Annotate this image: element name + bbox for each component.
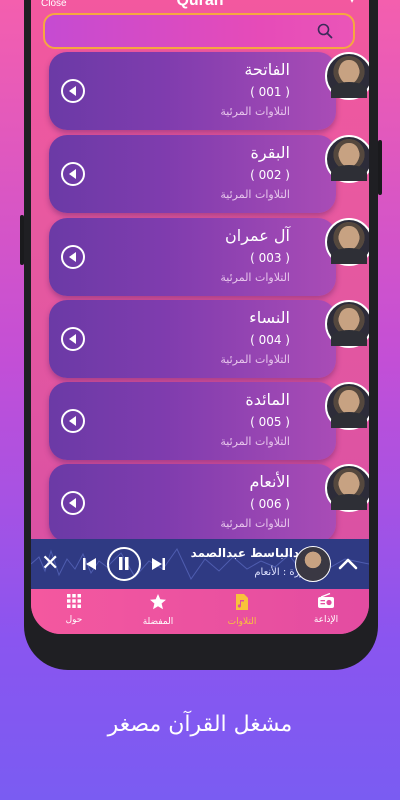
chevron-down-icon[interactable]: ▾: [349, 0, 355, 6]
close-icon[interactable]: ✕: [41, 551, 59, 576]
surah-name: النساء: [249, 308, 290, 327]
search-icon[interactable]: [317, 23, 333, 39]
surah-number: ( 004 ): [250, 333, 290, 347]
tab-recitations[interactable]: التلاوات: [207, 593, 277, 627]
reciter-avatar: [325, 135, 369, 183]
player-reciter-name: عبدالباسط عبدالصمد: [190, 546, 313, 560]
chevron-up-icon[interactable]: [337, 553, 359, 575]
app-screen: Close Quran ▾ الفاتحة ( 001 ) التلاوات ا…: [31, 0, 369, 634]
surah-number: ( 002 ): [250, 168, 290, 182]
tab-about[interactable]: حول: [39, 593, 109, 625]
surah-subtitle: التلاوات المرئية: [220, 353, 290, 366]
music-file-icon: [236, 594, 248, 610]
list-item[interactable]: المائدة ( 005 ) التلاوات المرئية: [49, 382, 369, 460]
mini-player: ✕ عبدالباسط عبدالصمد سورة : الأنعام: [31, 539, 369, 589]
surah-name: الفاتحة: [244, 60, 290, 79]
surah-number: ( 003 ): [250, 251, 290, 265]
reciter-avatar: [325, 464, 369, 512]
tab-favorites[interactable]: المفضلة: [123, 593, 193, 627]
surah-number: ( 005 ): [250, 415, 290, 429]
pause-icon: [118, 556, 128, 570]
tab-label: حول: [65, 615, 83, 625]
skip-next-icon[interactable]: [149, 555, 167, 573]
reciter-avatar: [325, 382, 369, 430]
play-icon[interactable]: [61, 327, 85, 351]
list-item[interactable]: الفاتحة ( 001 ) التلاوات المرئية: [49, 52, 369, 130]
star-icon: [150, 594, 166, 610]
play-icon[interactable]: [61, 162, 85, 186]
list-item[interactable]: آل عمران ( 003 ) التلاوات المرئية: [49, 218, 369, 296]
surah-subtitle: التلاوات المرئية: [220, 105, 290, 118]
surah-number: ( 006 ): [250, 497, 290, 511]
surah-subtitle: التلاوات المرئية: [220, 435, 290, 448]
tab-label: الإذاعة: [313, 615, 339, 625]
list-item[interactable]: البقرة ( 002 ) التلاوات المرئية: [49, 135, 369, 213]
list-item[interactable]: الأنعام ( 006 ) التلاوات المرئية: [49, 464, 369, 542]
phone-side-button: [20, 215, 24, 265]
surah-name: الأنعام: [249, 472, 290, 491]
reciter-avatar: [325, 218, 369, 266]
play-icon[interactable]: [61, 409, 85, 433]
surah-name: المائدة: [245, 390, 290, 409]
play-icon[interactable]: [61, 491, 85, 515]
bottom-nav: حول المفضلة التلاوات الإذاعة: [31, 589, 369, 634]
surah-name: البقرة: [250, 143, 290, 162]
search-bar[interactable]: [43, 13, 355, 49]
tab-label: المفضلة: [142, 617, 174, 627]
list-item[interactable]: النساء ( 004 ) التلاوات المرئية: [49, 300, 369, 378]
surah-subtitle: التلاوات المرئية: [220, 271, 290, 284]
play-icon[interactable]: [61, 245, 85, 269]
app-title: Quran: [176, 0, 224, 9]
top-bar: Close Quran ▾: [31, 0, 369, 10]
surah-number: ( 001 ): [250, 85, 290, 99]
skip-previous-icon[interactable]: [81, 555, 99, 573]
tab-label: التلاوات: [227, 617, 257, 627]
play-icon[interactable]: [61, 79, 85, 103]
pause-button[interactable]: [107, 547, 141, 581]
surah-name: آل عمران: [225, 226, 290, 245]
phone-side-button: [378, 140, 382, 195]
radio-icon: [318, 592, 334, 608]
surah-subtitle: التلاوات المرئية: [220, 188, 290, 201]
promo-caption: مشغل القرآن مصغر: [107, 712, 293, 737]
tab-radio[interactable]: الإذاعة: [291, 592, 361, 625]
player-avatar: [295, 546, 331, 582]
reciter-avatar: [325, 52, 369, 100]
reciter-avatar: [325, 300, 369, 348]
surah-subtitle: التلاوات المرئية: [220, 517, 290, 530]
grid-icon: [67, 594, 81, 608]
